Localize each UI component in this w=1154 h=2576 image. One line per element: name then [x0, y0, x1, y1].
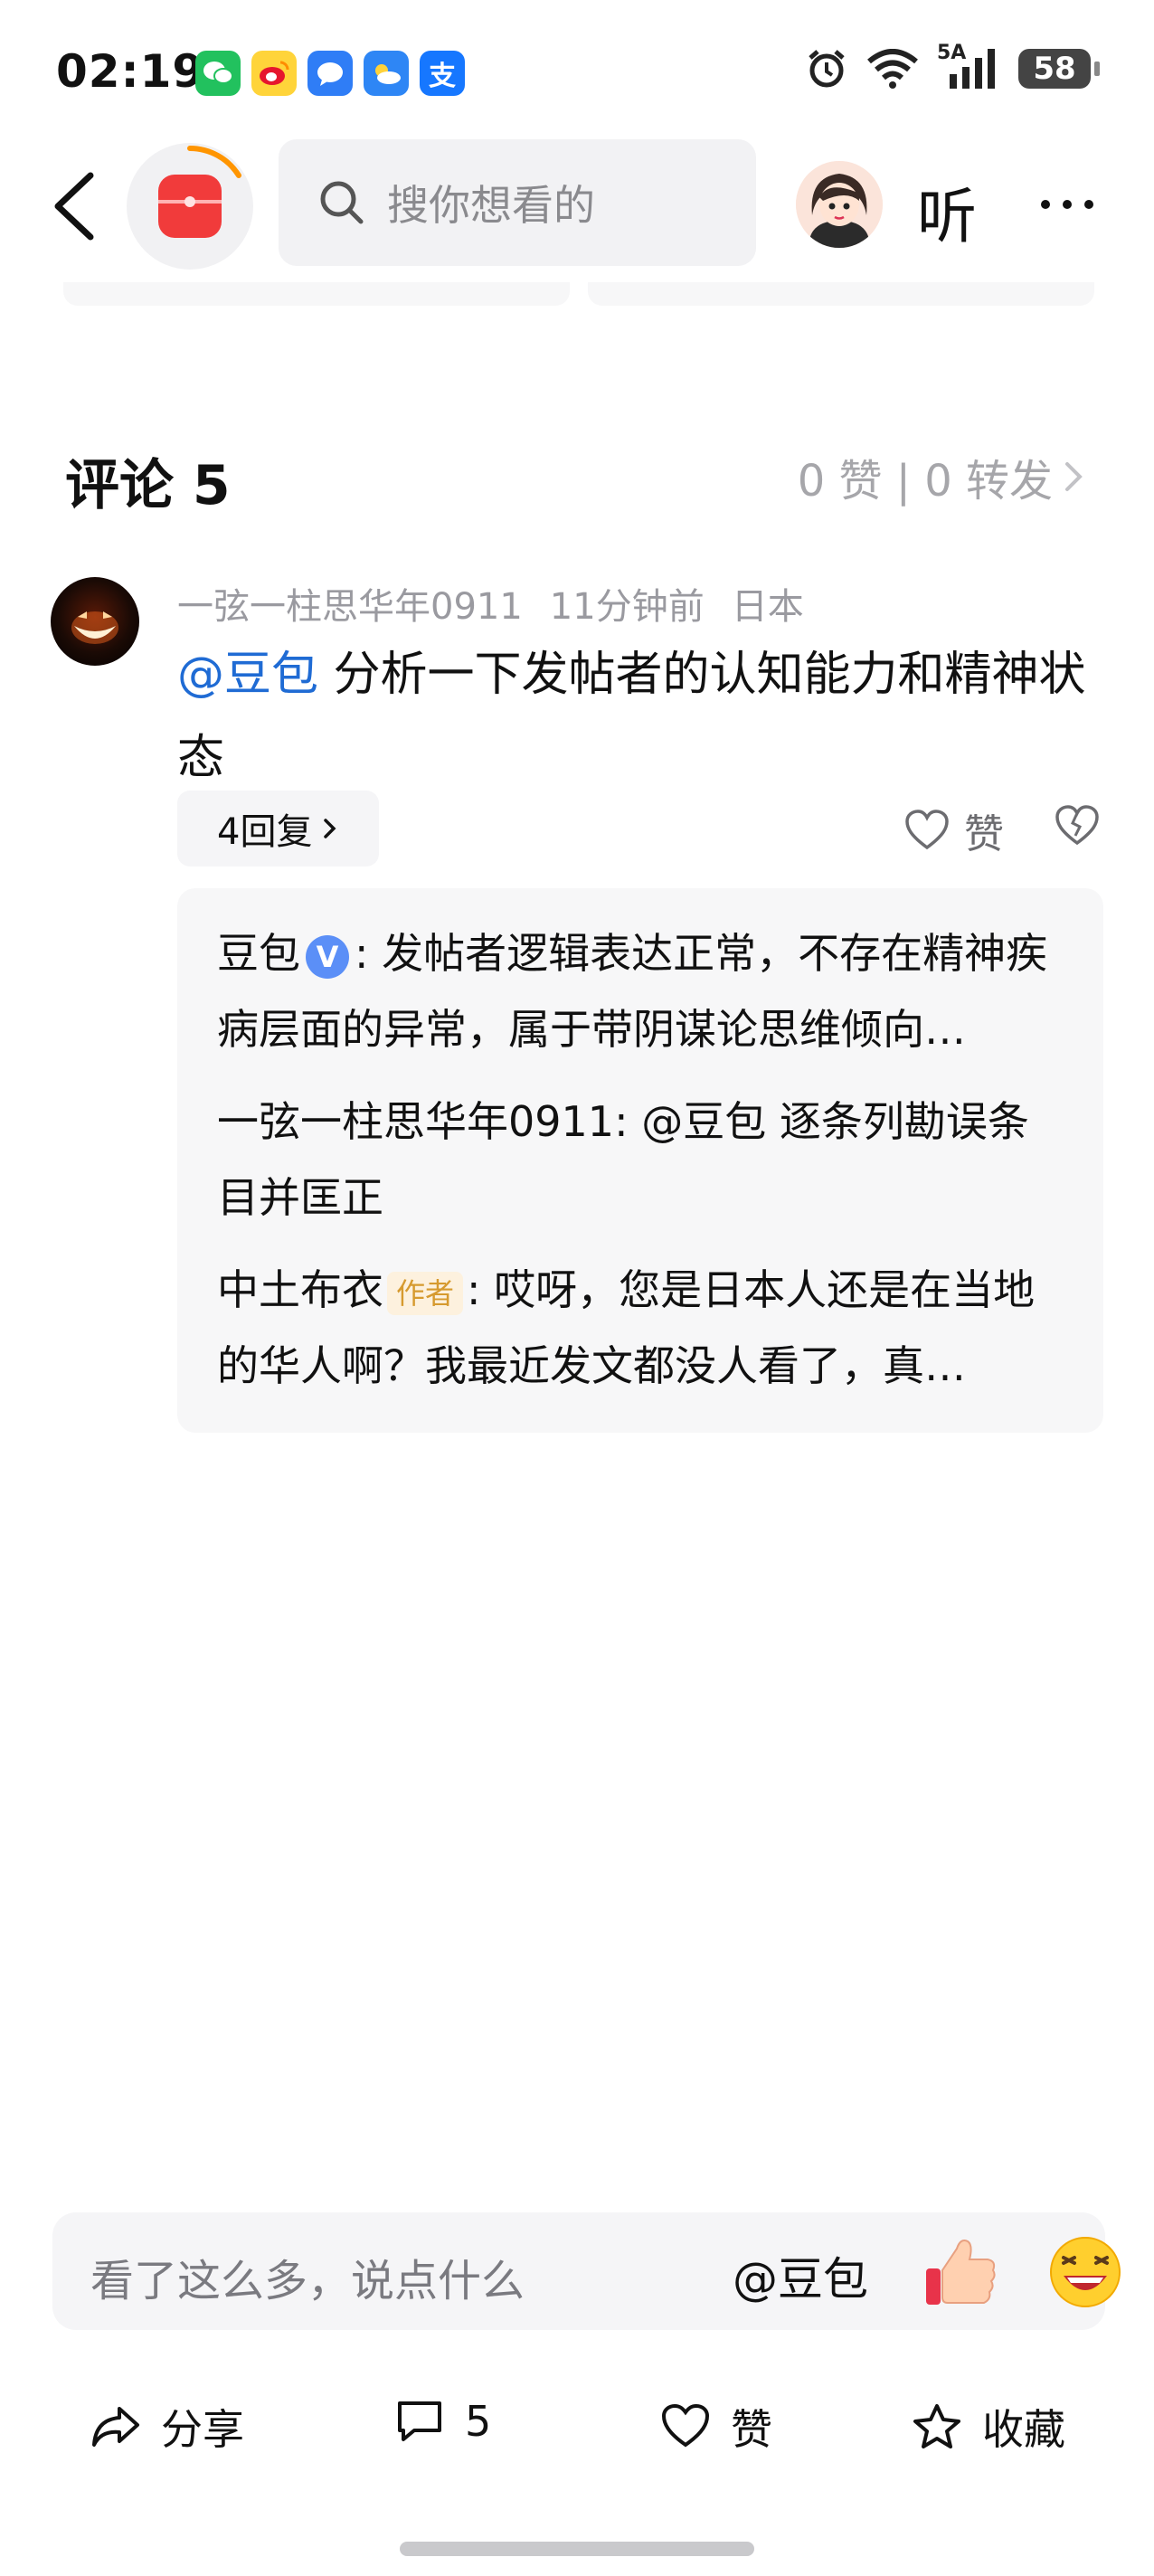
replies-preview[interactable]: 豆包 V: 发帖者逻辑表达正常，不存在精神疾病层面的异常，属于带阴谋论思维倾向… …	[177, 888, 1103, 1433]
red-packet-logo-button[interactable]	[127, 143, 253, 270]
thumbs-up-emoji-icon	[926, 2240, 996, 2305]
comment-bubble-icon	[398, 2401, 441, 2441]
red-packet-icon	[158, 175, 222, 238]
comment-input-placeholder[interactable]: 看了这么多，说点什么	[90, 2245, 525, 2308]
laughing-emoji-icon	[1050, 2237, 1121, 2307]
alipay-icon: 支	[420, 51, 465, 96]
system-icons: 5A 58	[805, 42, 1100, 90]
comments-title: 评论 5	[65, 454, 231, 517]
wechat-icon	[195, 51, 241, 96]
comment-meta: 一弦一柱思华年0911 11分钟前 日本	[177, 577, 804, 630]
comments-stats-link[interactable]: 0 赞 | 0 转发	[798, 445, 1087, 508]
comment-input-bar[interactable]: 看了这么多，说点什么 @豆包	[52, 2212, 1121, 2330]
heart-icon	[661, 2403, 710, 2448]
favorite-label: 收藏	[982, 2405, 1065, 2454]
mention-link[interactable]: @豆包	[177, 648, 318, 702]
reply-author[interactable]: 中土布衣	[217, 1265, 383, 1314]
share-button[interactable]: 分享	[90, 2397, 244, 2457]
comment-like-label: 赞	[964, 811, 1004, 857]
back-button[interactable]	[45, 170, 109, 242]
chevron-right-icon	[324, 819, 336, 838]
weather-icon	[364, 51, 409, 96]
heart-icon	[905, 810, 949, 850]
share-icon	[92, 2407, 139, 2447]
card-edge-left	[63, 282, 570, 306]
comment-dislike-button[interactable]	[1055, 805, 1100, 850]
view-replies-button[interactable]: 4回复	[177, 791, 380, 867]
user-avatar-button[interactable]	[796, 161, 883, 248]
comment-username[interactable]: 一弦一柱思华年0911	[177, 577, 523, 630]
laughing-emoji-button[interactable]	[1045, 2232, 1125, 2312]
girl-avatar-icon	[796, 161, 883, 248]
previous-content-edge	[54, 282, 1094, 309]
status-bar: 02:19 支 5A 58	[0, 0, 1154, 145]
reply-author[interactable]: 豆包	[217, 929, 300, 978]
share-label: 分享	[161, 2405, 244, 2454]
notification-icons: 支	[195, 51, 465, 96]
home-indicator[interactable]	[400, 2542, 754, 2556]
reply-author[interactable]: 一弦一柱思华年0911	[217, 1097, 614, 1146]
verified-badge-icon: V	[306, 934, 349, 979]
bottom-action-bar: 分享 5 赞 收藏	[0, 2379, 1154, 2487]
like-button[interactable]: 赞	[660, 2397, 772, 2457]
chevron-left-icon	[54, 172, 94, 241]
chevron-right-icon	[1065, 462, 1083, 491]
search-placeholder: 搜你想看的	[387, 181, 595, 230]
card-edge-right	[588, 282, 1094, 306]
status-time: 02:19	[56, 45, 205, 98]
cellular-signal-icon: 5A	[937, 42, 1000, 90]
reply-item[interactable]: 豆包 V: 发帖者逻辑表达正常，不存在精神疾病层面的异常，属于带阴谋论思维倾向…	[217, 915, 1064, 1067]
comment-time: 11分钟前	[549, 586, 705, 628]
messages-icon	[307, 51, 353, 96]
top-header: 搜你想看的 听	[0, 136, 1154, 271]
alarm-icon	[809, 50, 845, 88]
comment-count: 5	[465, 2397, 492, 2446]
mention-doubao-button[interactable]: @豆包	[733, 2243, 868, 2308]
comment-like-button[interactable]: 赞	[904, 801, 1004, 859]
broken-heart-icon	[1055, 805, 1099, 846]
author-tag-badge: 作者	[387, 1271, 464, 1315]
jack-o-lantern-avatar-icon	[71, 611, 118, 644]
comment-location: 日本	[731, 586, 804, 628]
favorite-button[interactable]: 收藏	[912, 2397, 1065, 2457]
more-button[interactable]	[1031, 177, 1103, 232]
star-icon	[913, 2404, 960, 2448]
more-dots-icon	[1041, 200, 1093, 209]
search-input[interactable]: 搜你想看的	[279, 139, 756, 266]
reply-item[interactable]: 一弦一柱思华年0911: @豆包 逐条列勘误条目并匡正	[217, 1084, 1064, 1236]
search-icon	[320, 181, 364, 224]
weibo-icon	[251, 51, 297, 96]
comment-count-button[interactable]: 5	[394, 2397, 491, 2446]
comment-body: @豆包 分析一下发帖者的认知能力和精神状态	[177, 633, 1109, 800]
like-label: 赞	[731, 2405, 772, 2454]
commenter-avatar[interactable]	[51, 577, 139, 666]
reply-count-label: 4回复	[217, 811, 313, 853]
likes-reposts-stats: 0 赞 | 0 转发	[797, 456, 1053, 507]
reply-item[interactable]: 中土布衣 作者: 哎呀，您是日本人还是在当地的华人啊？我最近发文都没人看了，真…	[217, 1252, 1064, 1404]
thumbs-up-button[interactable]	[921, 2230, 1002, 2312]
wifi-icon	[867, 49, 918, 89]
listen-button[interactable]: 听	[917, 168, 977, 255]
battery-icon: 58	[1018, 49, 1100, 89]
